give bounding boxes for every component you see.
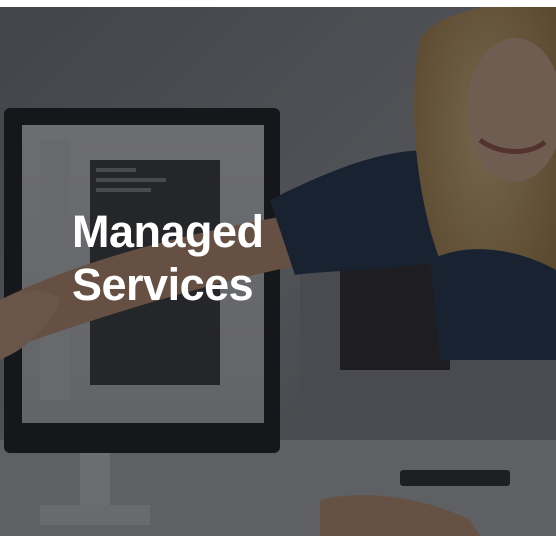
managed-services-tile[interactable]: Managed Services	[0, 0, 556, 536]
title-line-1: Managed	[72, 206, 264, 257]
title-line-2: Services	[72, 259, 254, 310]
tile-title: Managed Services	[72, 205, 392, 311]
top-border	[0, 0, 556, 7]
